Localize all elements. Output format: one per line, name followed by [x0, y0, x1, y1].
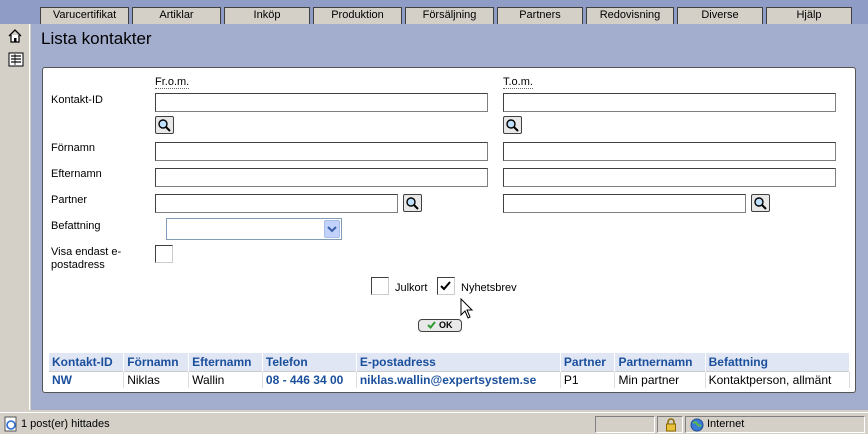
tab-varucertifikat[interactable]: Varucertifikat — [40, 7, 129, 24]
zone-label: Internet — [707, 418, 745, 430]
results-table: Kontakt-ID Förnamn Efternamn Telefon E-p… — [49, 353, 851, 388]
from-header: Fr.o.m. — [155, 76, 190, 89]
cell-telefon: 08 - 446 34 00 — [262, 370, 357, 388]
magnifier-icon — [754, 197, 767, 210]
cell-kontakt-id-link[interactable]: NW — [49, 370, 125, 388]
ok-button-label: OK — [439, 320, 453, 330]
column-header-kontakt-id[interactable]: Kontakt-ID — [49, 353, 125, 371]
contact-id-from-lookup-button[interactable] — [155, 116, 174, 134]
partner-from-input[interactable] — [155, 194, 398, 213]
left-toolbar — [0, 24, 30, 410]
cell-partnernamn: Min partner — [614, 370, 706, 388]
lastname-from-input[interactable] — [155, 168, 488, 187]
nyhetsbrev-label: Nyhetsbrev — [461, 282, 517, 294]
home-icon[interactable] — [7, 28, 23, 44]
julkort-label: Julkort — [395, 282, 428, 294]
column-header-efternamn[interactable]: Efternamn — [188, 353, 263, 371]
partner-label: Partner — [51, 194, 88, 206]
ie-page-icon — [4, 416, 17, 432]
cell-efternamn: Wallin — [188, 370, 263, 388]
tab-forsaljning[interactable]: Försäljning — [405, 7, 494, 24]
results-header-row: Kontakt-ID Förnamn Efternamn Telefon E-p… — [49, 353, 851, 372]
column-header-partner[interactable]: Partner — [560, 353, 616, 371]
partner-from-lookup-button[interactable] — [403, 194, 422, 212]
column-header-befattning[interactable]: Befattning — [705, 353, 851, 371]
cell-e-postadress-link[interactable]: niklas.wallin@expertsystem.se — [356, 370, 561, 388]
position-label: Befattning — [51, 220, 101, 232]
ok-button[interactable]: OK — [418, 319, 462, 332]
lastname-to-input[interactable] — [503, 168, 836, 187]
julkort-checkbox[interactable] — [371, 277, 389, 295]
column-header-e-postadress[interactable]: E-postadress — [356, 353, 561, 371]
email-only-checkbox[interactable] — [155, 245, 173, 263]
top-nav-bar: Varucertifikat Artiklar Inköp Produktion… — [0, 0, 868, 24]
table-row: NW Niklas Wallin 08 - 446 34 00 niklas.w… — [49, 370, 851, 388]
tab-produktion[interactable]: Produktion — [313, 7, 402, 24]
magnifier-icon — [506, 119, 519, 132]
column-header-partnernamn[interactable]: Partnernamn — [614, 353, 706, 372]
contact-id-to-input[interactable] — [503, 93, 836, 112]
tab-inkop[interactable]: Inköp — [224, 7, 310, 24]
checkmark-icon — [440, 281, 451, 291]
main-content: Lista kontakter Fr.o.m. T.o.m. Kontakt-I… — [31, 24, 868, 410]
tab-hjalp[interactable]: Hjälp — [766, 7, 852, 24]
tab-artiklar[interactable]: Artiklar — [132, 7, 221, 24]
checkmark-icon — [427, 321, 437, 329]
mouse-cursor-icon — [460, 298, 474, 319]
column-header-fornamn[interactable]: Förnamn — [123, 353, 190, 371]
tab-redovisning[interactable]: Redovisning — [586, 7, 674, 24]
partner-to-lookup-button[interactable] — [751, 194, 770, 212]
to-header: T.o.m. — [503, 76, 533, 89]
position-select-dropdown-button[interactable] — [324, 220, 340, 238]
email-only-label: Visa endast e-postadress — [51, 246, 122, 271]
chevron-down-icon — [327, 226, 337, 233]
status-message: 1 post(er) hittades — [21, 418, 110, 430]
tab-diverse[interactable]: Diverse — [677, 7, 763, 24]
cell-befattning: Kontaktperson, allmänt — [705, 370, 851, 388]
search-panel: Fr.o.m. T.o.m. Kontakt-ID Förnamn Eftern… — [42, 67, 856, 393]
globe-icon — [690, 418, 704, 432]
status-cell-zone: Internet — [685, 416, 865, 433]
contact-id-label: Kontakt-ID — [51, 94, 103, 106]
firstname-label: Förnamn — [51, 142, 96, 154]
status-cell-empty-1 — [595, 416, 655, 433]
status-cell-lock — [657, 416, 683, 433]
contact-id-to-lookup-button[interactable] — [503, 116, 522, 134]
contact-id-from-input[interactable] — [155, 93, 488, 112]
firstname-to-input[interactable] — [503, 142, 836, 161]
page-title: Lista kontakter — [41, 29, 152, 48]
cell-fornamn: Niklas — [123, 370, 190, 388]
cell-partner: P1 — [560, 370, 616, 388]
magnifier-icon — [406, 197, 419, 210]
nyhetsbrev-checkbox[interactable] — [437, 277, 455, 295]
lock-icon — [666, 418, 676, 432]
magnifier-icon — [158, 119, 171, 132]
lastname-label: Efternamn — [51, 168, 102, 180]
status-bar: 1 post(er) hittades Internet — [0, 412, 868, 434]
partner-to-input[interactable] — [503, 194, 746, 213]
position-select[interactable] — [166, 218, 342, 240]
list-icon[interactable] — [8, 51, 24, 67]
tab-partners[interactable]: Partners — [497, 7, 583, 24]
column-header-telefon[interactable]: Telefon — [262, 353, 357, 371]
firstname-from-input[interactable] — [155, 142, 488, 161]
